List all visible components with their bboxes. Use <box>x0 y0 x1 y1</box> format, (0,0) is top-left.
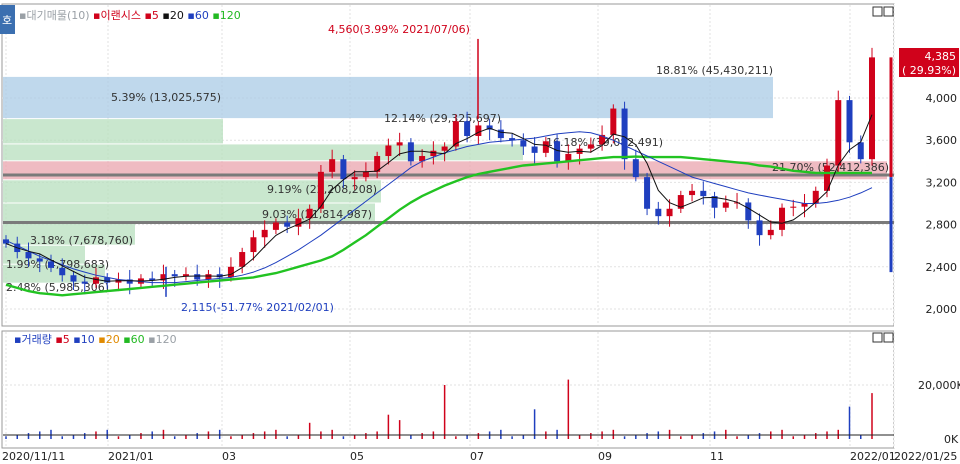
candle-body <box>59 267 66 276</box>
legend-item: 거래량 <box>21 333 51 346</box>
high-annotation: 4,560(3.99% 2021/07/06) <box>328 23 470 36</box>
profile-band <box>3 119 223 144</box>
maximize-icon[interactable] <box>872 6 883 17</box>
date-tick: 09 <box>598 450 612 463</box>
date-tick: 2022/01 <box>850 450 896 463</box>
candle-body <box>542 141 549 153</box>
candle-body <box>25 252 32 259</box>
price-tick: 4,000 <box>926 92 958 105</box>
candle-body <box>36 258 43 262</box>
candle-body <box>430 150 437 157</box>
date-tick: 05 <box>350 450 364 463</box>
candle-body <box>621 108 628 160</box>
candle-body <box>689 190 696 196</box>
legend-item: 20 <box>106 333 120 346</box>
candle-body <box>767 229 774 236</box>
candle-body <box>632 159 639 178</box>
candle-body <box>835 100 842 166</box>
candle-body <box>779 207 786 230</box>
candle-body <box>171 274 178 277</box>
price-tick: 2,000 <box>926 303 958 316</box>
candle-body <box>70 275 77 282</box>
candle-body <box>756 220 763 236</box>
vol-maximize-icon[interactable] <box>872 332 883 343</box>
candle-body <box>329 159 336 172</box>
panel-tab-label: 호 <box>2 14 12 27</box>
candle-body <box>531 146 538 153</box>
legend-item: 120 <box>156 333 177 346</box>
candle-body <box>644 177 651 209</box>
price-tick: 2,800 <box>926 219 958 232</box>
candle-body <box>362 171 369 178</box>
stock-chart: 18.81% (45,430,211) 5.39% (13,025,575) 12.… <box>0 3 960 463</box>
legend-item: 20 <box>170 9 184 22</box>
candle-body <box>250 237 257 253</box>
profile-label: 12.14% (29,325,697) <box>384 112 501 125</box>
legend-item: 60 <box>131 333 145 346</box>
date-tick: 2020/11/11 <box>2 450 65 463</box>
current-change: ( 29.93%) <box>902 64 956 77</box>
candle-body <box>666 208 673 217</box>
legend-item: 이랜시스 <box>100 9 140 22</box>
candle-body <box>194 274 201 280</box>
price-tick: 3,600 <box>926 134 958 147</box>
volume-tick: 0K <box>944 433 959 446</box>
volume-tick: 20,000K <box>918 379 960 392</box>
date-tick: 07 <box>470 450 484 463</box>
candle-body <box>205 274 212 280</box>
profile-label: 1.99% (4,798,683) <box>6 258 109 271</box>
candle-body <box>790 206 797 208</box>
date-tick: 03 <box>222 450 236 463</box>
legend-item: 5 <box>152 9 159 22</box>
low-annotation: 2,115(-51.77% 2021/02/01) <box>181 301 334 314</box>
candle-body <box>520 140 527 147</box>
candle-body <box>745 202 752 221</box>
candle-body <box>47 261 54 268</box>
date-tick: 2022/01/25 <box>894 450 957 463</box>
candle-body <box>846 100 853 143</box>
current-price: 4,385 <box>925 50 957 63</box>
candle-body <box>475 125 482 136</box>
price-tick: 3,200 <box>926 176 958 189</box>
candle-body <box>261 229 268 238</box>
candle-body <box>441 146 448 151</box>
date-ticks: 2020/11/11 2021/01 03 05 07 09 11 2022/012022/0… <box>2 450 957 463</box>
close-icon[interactable] <box>883 6 894 17</box>
candle-body <box>81 281 88 284</box>
volume-legend: ▪거래량 ▪5 ▪10 ▪20 ▪60 ▪120 <box>14 333 177 346</box>
candle-body <box>464 121 471 136</box>
candle-body <box>700 190 707 197</box>
candle-body <box>351 177 358 180</box>
volume-panel <box>1 330 895 449</box>
legend-item: 60 <box>195 9 209 22</box>
date-tick: 2021/01 <box>108 450 154 463</box>
legend-item: 5 <box>63 333 70 346</box>
candle-body <box>610 108 617 135</box>
legend-item: 10 <box>81 333 95 346</box>
price-legend: ▪대기매물(10) ▪이랜시스 ▪5 ▪20 ▪60 ▪120 <box>19 9 241 22</box>
candle-body <box>857 142 864 160</box>
legend-item: 120 <box>220 9 241 22</box>
candle-body <box>385 145 392 157</box>
candle-body <box>587 144 594 149</box>
candle-body <box>722 202 729 208</box>
price-tick: 2,400 <box>926 261 958 274</box>
candle-body <box>284 222 291 227</box>
legend-item: 대기매물(10) <box>26 9 89 22</box>
profile-label: 18.81% (45,430,211) <box>656 64 773 77</box>
candle-body <box>272 222 279 230</box>
profile-label: 5.39% (13,025,575) <box>111 91 221 104</box>
candle-body <box>239 252 246 267</box>
profile-label: 3.18% (7,678,760) <box>30 234 133 247</box>
candle-body <box>340 159 347 180</box>
date-tick: 11 <box>710 450 724 463</box>
candle-body <box>497 129 504 139</box>
candle-body <box>92 277 99 284</box>
candle-body <box>396 142 403 146</box>
candle-body <box>869 57 875 160</box>
candle-body <box>227 266 234 278</box>
vol-close-icon[interactable] <box>883 332 894 343</box>
profile-label: 9.03% (21,814,987) <box>262 208 372 221</box>
candle-body <box>655 208 662 217</box>
